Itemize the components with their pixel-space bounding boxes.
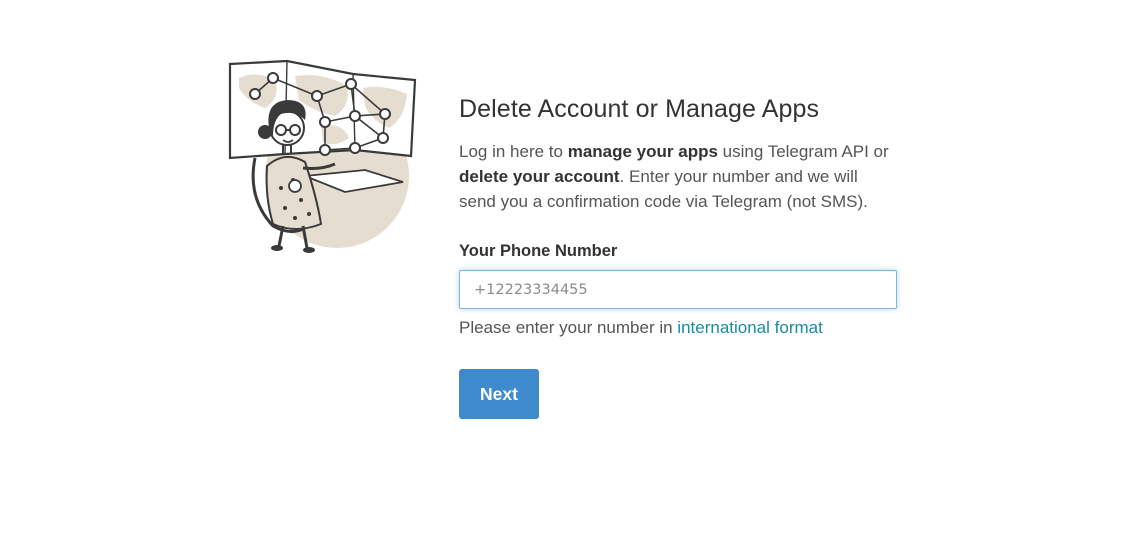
description-bold-delete-account: delete your account (459, 167, 620, 186)
phone-number-label: Your Phone Number (459, 242, 618, 260)
telegram-illustration (225, 58, 421, 258)
description-text-1: Log in here to (459, 142, 568, 161)
phone-hint: Please enter your number in internationa… (459, 318, 899, 338)
description-bold-manage-apps: manage your apps (567, 142, 718, 161)
next-button[interactable]: Next (459, 369, 539, 419)
login-panel: Delete Account or Manage Apps Log in her… (459, 92, 899, 419)
page-description: Log in here to manage your apps using Te… (459, 139, 899, 214)
phone-number-input[interactable] (459, 270, 897, 309)
international-format-link[interactable]: international format (677, 318, 823, 337)
page-title: Delete Account or Manage Apps (459, 95, 820, 123)
phone-hint-text: Please enter your number in (459, 318, 678, 337)
description-text-2: using Telegram API or (717, 142, 889, 161)
